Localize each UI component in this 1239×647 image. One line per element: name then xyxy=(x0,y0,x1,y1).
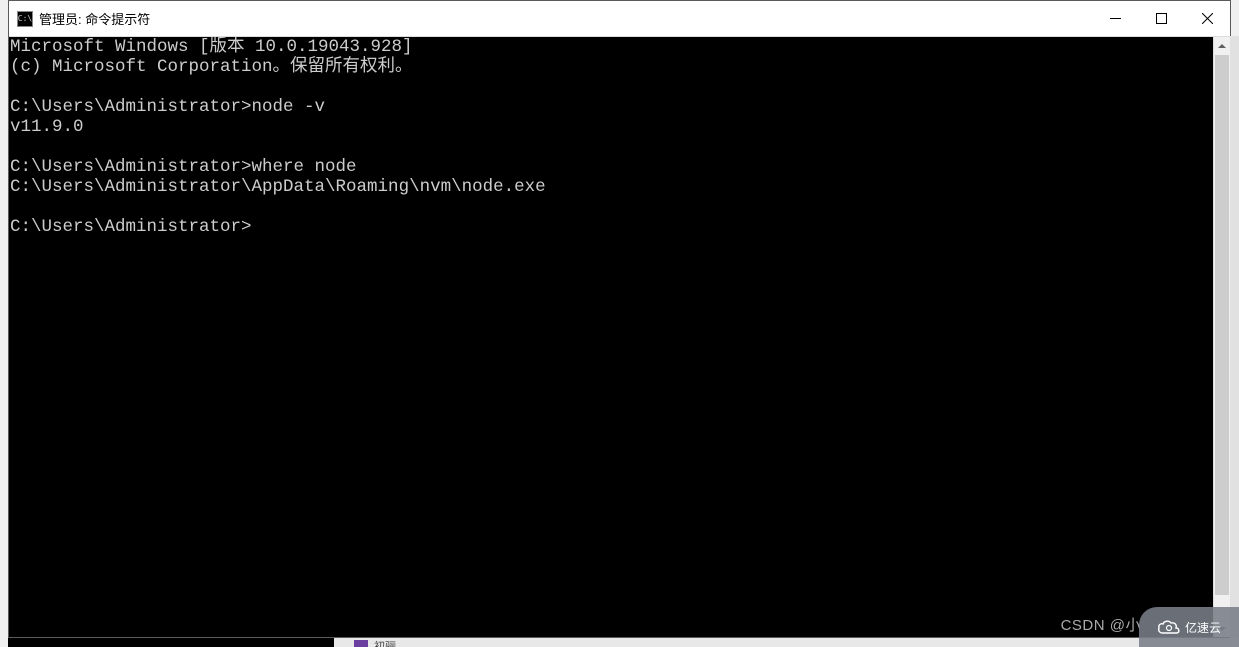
yisu-watermark: 亿速云 xyxy=(1139,607,1239,647)
terminal-line: v11.9.0 xyxy=(10,117,1213,137)
cmd-icon: C:\ xyxy=(17,11,33,27)
taskbar-app-icon xyxy=(354,640,368,647)
terminal-line: C:\Users\Administrator> xyxy=(10,217,1213,237)
maximize-icon xyxy=(1156,13,1167,24)
terminal-line: C:\Users\Administrator>node -v xyxy=(10,97,1213,117)
terminal-line xyxy=(10,77,1213,97)
terminal-edge-continuation xyxy=(8,638,334,647)
window-title: 管理员: 命令提示符 xyxy=(39,9,1092,28)
close-icon xyxy=(1202,13,1213,24)
window-body: Microsoft Windows [版本 10.0.19043.928](c)… xyxy=(9,37,1230,637)
taskbar-fragment-label: 初骊 xyxy=(374,638,396,647)
close-button[interactable] xyxy=(1184,1,1230,36)
maximize-button[interactable] xyxy=(1138,1,1184,36)
chevron-up-icon xyxy=(1218,42,1226,50)
terminal-line: C:\Users\Administrator\AppData\Roaming\n… xyxy=(10,177,1213,197)
terminal-line: Microsoft Windows [版本 10.0.19043.928] xyxy=(10,37,1213,57)
minimize-icon xyxy=(1110,13,1121,24)
window-controls xyxy=(1092,1,1230,36)
terminal-line xyxy=(10,197,1213,217)
taskbar-fragment: 初骊 xyxy=(334,638,396,647)
vertical-scrollbar[interactable] xyxy=(1213,37,1230,637)
bottom-edge: 初骊 xyxy=(8,638,1231,647)
command-prompt-window: C:\ 管理员: 命令提示符 Microsoft Windows [版本 10.… xyxy=(8,0,1231,638)
cloud-icon xyxy=(1157,619,1181,635)
cmd-icon-label: C:\ xyxy=(18,15,32,23)
scroll-thumb[interactable] xyxy=(1215,55,1229,595)
yisu-watermark-label: 亿速云 xyxy=(1185,619,1221,636)
titlebar[interactable]: C:\ 管理员: 命令提示符 xyxy=(9,1,1230,37)
scroll-up-button[interactable] xyxy=(1214,37,1230,54)
minimize-button[interactable] xyxy=(1092,1,1138,36)
terminal-line xyxy=(10,137,1213,157)
terminal-line: (c) Microsoft Corporation。保留所有权利。 xyxy=(10,57,1213,77)
csdn-watermark: CSDN @小 xyxy=(1061,614,1141,635)
outer-scroll-hint xyxy=(1230,36,1239,638)
terminal-output[interactable]: Microsoft Windows [版本 10.0.19043.928](c)… xyxy=(9,37,1213,637)
terminal-line: C:\Users\Administrator>where node xyxy=(10,157,1213,177)
